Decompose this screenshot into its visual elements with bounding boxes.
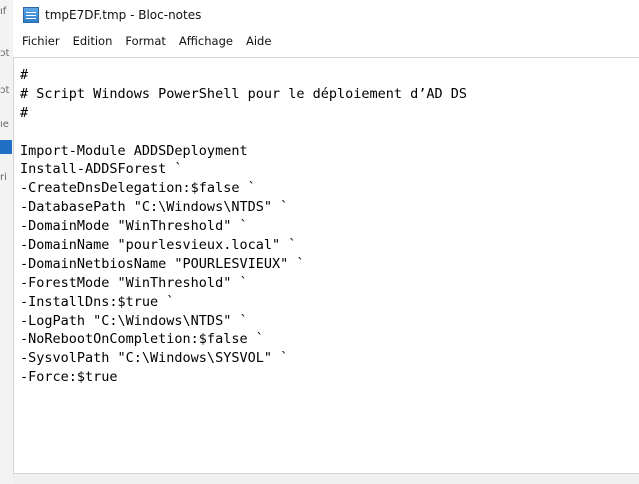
editor-line: -DatabasePath "C:\Windows\NTDS" ` — [20, 199, 289, 216]
menu-format[interactable]: Format — [119, 32, 173, 50]
background-text-fragment: ɔt — [0, 48, 10, 59]
notepad-icon — [23, 7, 39, 23]
editor-line: # Script Windows PowerShell pour le dépl… — [20, 85, 468, 102]
menu-fichier[interactable]: Fichier — [16, 32, 67, 50]
menu-edition[interactable]: Edition — [67, 32, 120, 50]
editor-line: -CreateDnsDelegation:$false ` — [20, 180, 256, 197]
editor-line: -DomainNetbiosName "POURLESVIEUX" ` — [20, 255, 305, 272]
title-bar[interactable]: tmpE7DF.tmp - Bloc-notes — [13, 0, 639, 30]
text-editor[interactable]: # # Script Windows PowerShell pour le dé… — [13, 57, 639, 474]
notepad-window: tmpE7DF.tmp - Bloc-notes Fichier Edition… — [13, 0, 639, 484]
editor-line: # — [20, 67, 29, 83]
editor-line: -LogPath "C:\Windows\NTDS" ` — [20, 312, 248, 329]
window-bottom-edge — [13, 473, 639, 484]
background-text-fragment: ıe — [0, 119, 9, 130]
editor-line: -SysvolPath "C:\Windows\SYSVOL" ` — [20, 350, 289, 367]
editor-line: -Force:$true — [20, 369, 118, 386]
editor-line: Import-Module ADDSDeployment — [20, 142, 248, 159]
menu-bar: Fichier Edition Format Affichage Aide — [13, 30, 639, 51]
editor-line: Install-ADDSForest ` — [20, 161, 183, 178]
background-text-fragment: ıf — [0, 6, 7, 17]
editor-line: -InstallDns:$true ` — [20, 293, 175, 310]
editor-line: # — [20, 104, 29, 121]
editor-line: -ForestMode "WinThreshold" ` — [20, 274, 248, 291]
editor-line: -DomainMode "WinThreshold" ` — [20, 218, 248, 235]
menu-aide[interactable]: Aide — [240, 32, 278, 50]
background-selection — [0, 140, 12, 154]
background-window: ıf ɔt ɔt ıe ri — [0, 0, 14, 484]
background-text-fragment: ri — [0, 172, 7, 183]
editor-line: -DomainName "pourlesvieux.local" ` — [20, 237, 297, 254]
window-title: tmpE7DF.tmp - Bloc-notes — [45, 8, 202, 22]
background-text-fragment: ɔt — [0, 85, 10, 96]
menu-affichage[interactable]: Affichage — [173, 32, 240, 50]
editor-line: -NoRebootOnCompletion:$false ` — [20, 331, 264, 348]
